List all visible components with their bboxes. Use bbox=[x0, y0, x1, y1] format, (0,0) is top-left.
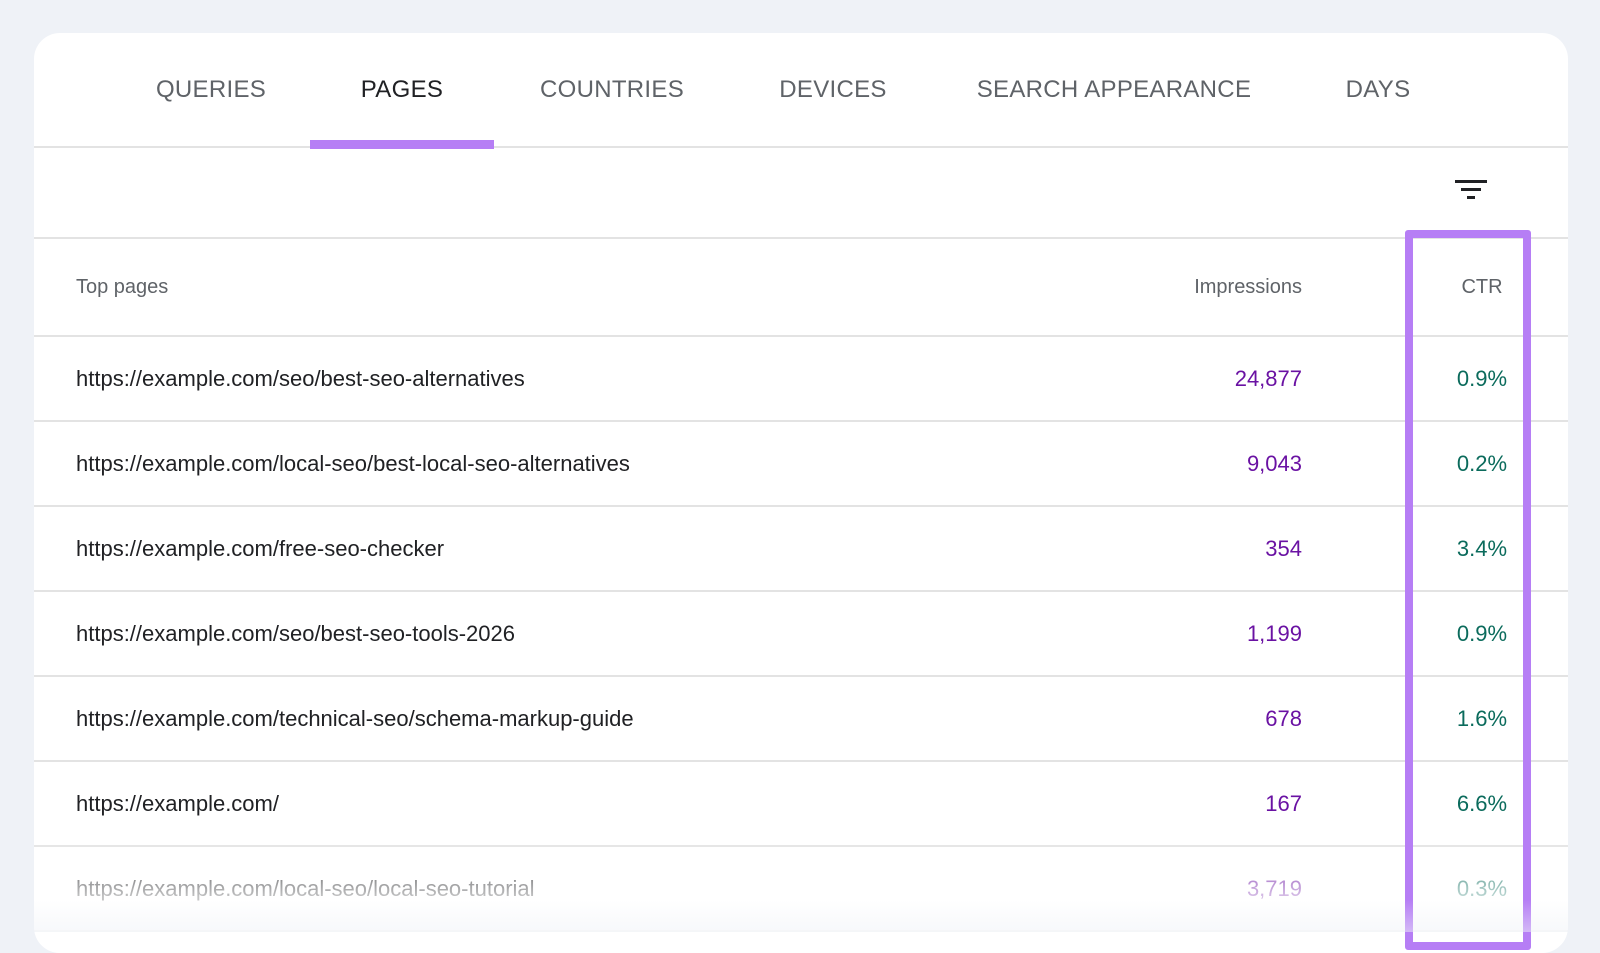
impressions-value: 354 bbox=[1265, 535, 1302, 561]
tab-countries[interactable]: COUNTRIES bbox=[530, 33, 694, 146]
filter-list-icon[interactable] bbox=[1452, 170, 1492, 210]
page-url: https://example.com/free-seo-checker bbox=[76, 535, 445, 561]
tab-bar: QUERIES PAGES COUNTRIES DEVICES SEARCH A… bbox=[34, 33, 1568, 149]
tab-label: DEVICES bbox=[779, 75, 887, 103]
page-url: https://example.com/local-seo/best-local… bbox=[76, 450, 630, 476]
table-row[interactable]: https://example.com/seo/best-seo-tools-2… bbox=[34, 592, 1568, 677]
tab-label: QUERIES bbox=[155, 75, 267, 103]
header-top-pages[interactable]: Top pages bbox=[76, 239, 168, 335]
header-ctr[interactable]: CTR bbox=[1440, 239, 1524, 335]
tab-pages[interactable]: PAGES bbox=[310, 33, 494, 149]
tab-label: PAGES bbox=[360, 75, 444, 103]
page-url: https://example.com/ bbox=[76, 790, 279, 816]
impressions-value: 167 bbox=[1265, 790, 1302, 816]
table-row[interactable]: https://example.com/free-seo-checker 354… bbox=[34, 507, 1568, 592]
table-row[interactable]: https://example.com/ 167 6.6% bbox=[34, 762, 1568, 847]
page-url: https://example.com/local-seo/local-seo-… bbox=[76, 875, 535, 901]
table-toolbar bbox=[34, 148, 1568, 239]
ctr-value: 0.9% bbox=[1456, 620, 1508, 646]
tab-label: COUNTRIES bbox=[539, 75, 685, 103]
page-url: https://example.com/technical-seo/schema… bbox=[76, 705, 634, 731]
table-row[interactable]: https://example.com/local-seo/local-seo-… bbox=[34, 847, 1568, 932]
table-body: https://example.com/seo/best-seo-alterna… bbox=[34, 337, 1568, 932]
performance-card: QUERIES PAGES COUNTRIES DEVICES SEARCH A… bbox=[34, 33, 1568, 953]
tab-devices[interactable]: DEVICES bbox=[768, 33, 898, 146]
table-row[interactable]: https://example.com/local-seo/best-local… bbox=[34, 422, 1568, 507]
ctr-value: 0.2% bbox=[1456, 450, 1508, 476]
ctr-value: 6.6% bbox=[1456, 790, 1508, 816]
ctr-value: 0.9% bbox=[1456, 365, 1508, 391]
ctr-value: 1.6% bbox=[1456, 705, 1508, 731]
ctr-value: 3.4% bbox=[1456, 535, 1508, 561]
page-url: https://example.com/seo/best-seo-alterna… bbox=[76, 365, 525, 391]
impressions-value: 24,877 bbox=[1234, 365, 1302, 391]
ctr-value: 0.3% bbox=[1456, 875, 1508, 901]
tab-days[interactable]: DAYS bbox=[1334, 33, 1422, 146]
page-url: https://example.com/seo/best-seo-tools-2… bbox=[76, 620, 516, 646]
tab-search-appearance[interactable]: SEARCH APPEARANCE bbox=[970, 33, 1258, 146]
impressions-value: 9,043 bbox=[1246, 450, 1302, 476]
table-row[interactable]: https://example.com/seo/best-seo-alterna… bbox=[34, 337, 1568, 422]
table-header: Top pages Impressions CTR bbox=[34, 239, 1568, 337]
impressions-value: 1,199 bbox=[1246, 620, 1302, 646]
table-row[interactable]: https://example.com/technical-seo/schema… bbox=[34, 677, 1568, 762]
tab-label: SEARCH APPEARANCE bbox=[976, 75, 1252, 103]
impressions-value: 3,719 bbox=[1246, 875, 1302, 901]
tab-queries[interactable]: QUERIES bbox=[144, 33, 278, 146]
tab-label: DAYS bbox=[1345, 75, 1411, 103]
header-impressions[interactable]: Impressions bbox=[1194, 239, 1302, 335]
impressions-value: 678 bbox=[1265, 705, 1302, 731]
